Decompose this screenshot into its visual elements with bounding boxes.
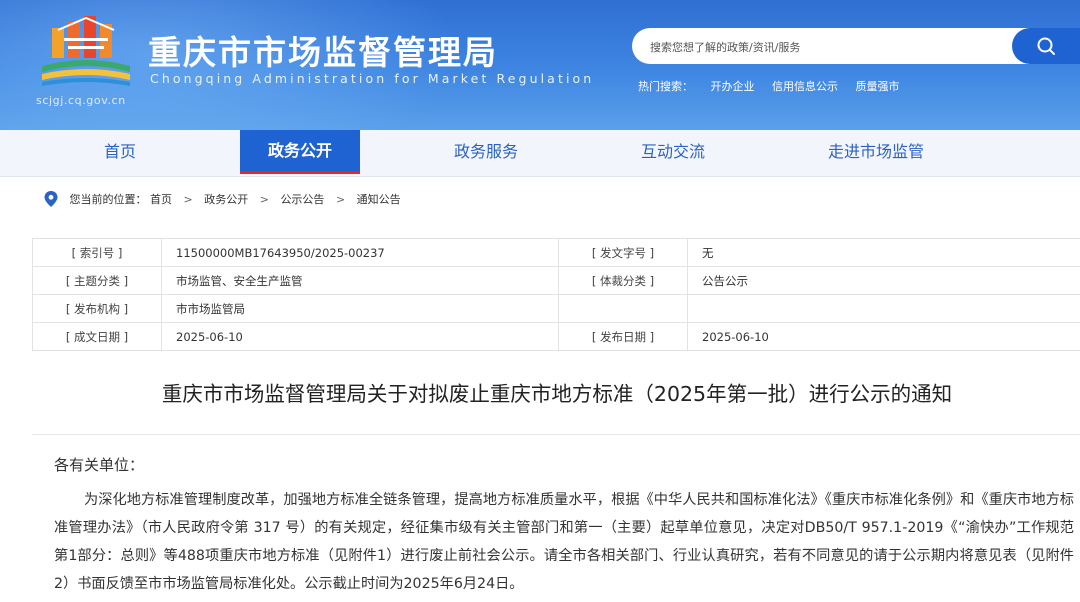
search-input[interactable]: [648, 36, 1012, 58]
breadcrumb-item-announcements[interactable]: 公示公告: [280, 193, 324, 206]
article-title: 重庆市市场监督管理局关于对拟废止重庆市地方标准（2025年第一批）进行公示的通知: [161, 382, 953, 406]
hot-search-link[interactable]: 信用信息公示: [772, 80, 838, 93]
table-row: [ 成文日期 ] 2025-06-10 [ 发布日期 ] 2025-06-10: [32, 322, 1080, 351]
location-pin-icon: [44, 191, 58, 207]
search-button[interactable]: [1012, 28, 1080, 64]
nav-item-government-services[interactable]: 政务服务: [426, 130, 546, 174]
nav-item-home[interactable]: 首页: [60, 130, 180, 174]
search-icon: [1037, 37, 1055, 55]
table-row: [ 主题分类 ] 市场监管、安全生产监管 [ 体裁分类 ] 公告公示: [32, 266, 1080, 295]
table-row: [ 索引号 ] 11500000MB17643950/2025-00237 [ …: [32, 238, 1080, 267]
document-info-table: [ 索引号 ] 11500000MB17643950/2025-00237 [ …: [32, 238, 1080, 351]
info-value-publisher: 市市场监管局: [161, 294, 559, 323]
info-label-empty: [558, 294, 688, 323]
info-label-written-date: [ 成文日期 ]: [32, 322, 162, 351]
info-value-document-number: 无: [687, 238, 1080, 267]
breadcrumb: 您当前的位置： 首页 > 政务公开 > 公示公告 > 通知公告: [44, 191, 401, 207]
breadcrumb-separator: >: [259, 192, 269, 206]
breadcrumb-separator: >: [335, 192, 346, 206]
breadcrumb-separator: >: [183, 192, 193, 206]
breadcrumb-item-notices[interactable]: 通知公告: [357, 193, 401, 206]
site-title[interactable]: 重庆市市场监督管理局: [148, 26, 498, 74]
breadcrumb-item-home[interactable]: 首页: [150, 193, 172, 206]
hot-search-bar: 热门搜索： 开办企业 信用信息公示 质量强市: [638, 78, 914, 94]
info-label-genre: [ 体裁分类 ]: [558, 266, 688, 295]
info-label-index-number: [ 索引号 ]: [32, 238, 162, 267]
nav-item-interaction[interactable]: 互动交流: [613, 130, 733, 174]
article-paragraph: 为深化地方标准管理制度改革，加强地方标准全链条管理，提高地方标准质量水平，根据《…: [54, 492, 1074, 592]
nav-item-about-market-regulation[interactable]: 走进市场监管: [808, 130, 944, 174]
breadcrumb-item-government-affairs[interactable]: 政务公开: [204, 193, 248, 206]
table-row: [ 发布机构 ] 市市场监管局: [32, 294, 1080, 323]
site-header: scjgj.cq.gov.cn 重庆市市场监督管理局 Chongqing Adm…: [0, 0, 1080, 130]
info-value-topic: 市场监管、安全生产监管: [161, 266, 559, 295]
site-subtitle: Chongqing Administration for Market Regu…: [150, 71, 595, 86]
info-value-written-date: 2025-06-10: [161, 322, 559, 351]
chongqing-city-logo-icon[interactable]: [38, 16, 134, 94]
info-label-topic: [ 主题分类 ]: [32, 266, 162, 295]
nav-item-government-affairs[interactable]: 政务公开: [240, 130, 360, 174]
site-url: scjgj.cq.gov.cn: [36, 94, 126, 107]
info-value-index-number: 11500000MB17643950/2025-00237: [161, 238, 559, 267]
hot-search-link[interactable]: 质量强市: [856, 80, 900, 93]
info-value-publish-date: 2025-06-10: [687, 322, 1080, 351]
title-divider: [32, 434, 1080, 435]
info-value-empty: [687, 294, 1080, 323]
article-salutation: 各有关单位：: [54, 456, 145, 474]
hot-search-label: 热门搜索：: [638, 80, 693, 93]
info-label-document-number: [ 发文字号 ]: [558, 238, 688, 267]
hot-search-link[interactable]: 开办企业: [711, 80, 755, 93]
info-label-publisher: [ 发布机构 ]: [32, 294, 162, 323]
main-nav: 首页 政务公开 政务服务 互动交流 走进市场监管: [0, 130, 1080, 177]
info-value-genre: 公告公示: [687, 266, 1080, 295]
info-label-publish-date: [ 发布日期 ]: [558, 322, 688, 351]
breadcrumb-prefix: 您当前的位置：: [69, 193, 147, 206]
